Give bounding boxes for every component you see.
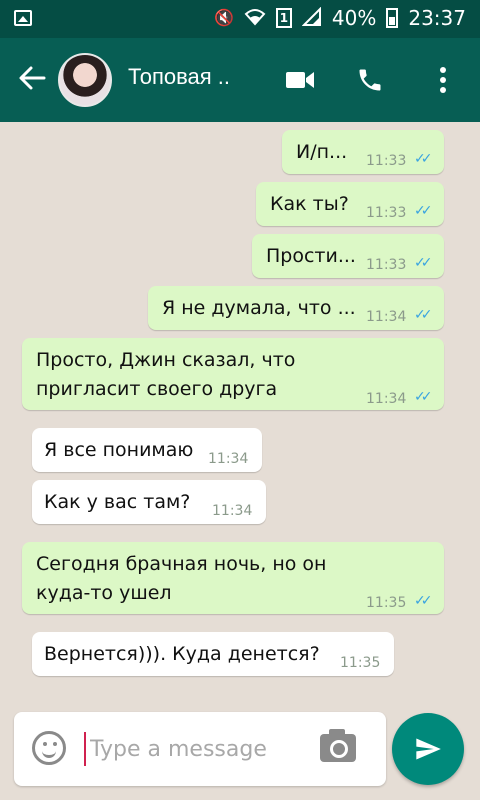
read-receipt-icon: ✓✓ [414,389,433,405]
message-time: 11:34 [366,309,407,325]
message-time: 11:33 [366,257,407,273]
send-button[interactable] [392,713,464,785]
message-outgoing[interactable]: И/п... 11:33 ✓✓ [282,130,444,174]
message-text: И/п... [296,141,348,163]
phone-icon[interactable] [350,60,390,100]
message-time: 11:34 [212,503,253,519]
gallery-notification-icon [14,10,32,26]
battery-icon [386,8,399,28]
chat-header: Топовая .. [0,38,480,122]
message-text-line1: Просто, Джин сказал, что [36,349,296,371]
camera-icon[interactable] [320,729,356,762]
message-time: 11:35 [366,595,407,611]
message-incoming[interactable]: Как у вас там? 11:34 [32,480,266,524]
read-receipt-icon: ✓✓ [414,151,433,167]
read-receipt-icon: ✓✓ [414,203,433,219]
message-text: Я все понимаю [44,439,194,461]
message-text: Вернется))). Куда денется? [44,643,320,665]
mute-icon: 🔇 [213,8,234,27]
read-receipt-icon: ✓✓ [414,307,433,323]
read-receipt-icon: ✓✓ [414,593,433,609]
message-time: 11:34 [208,451,249,467]
sim-icon: 1 [275,8,292,28]
message-incoming[interactable]: Я все понимаю 11:34 [32,428,262,472]
message-outgoing[interactable]: Как ты? 11:33 ✓✓ [256,182,444,226]
message-outgoing[interactable]: Я не думала, что ... 11:34 ✓✓ [148,286,444,330]
message-outgoing[interactable]: Прости... 11:33 ✓✓ [252,234,444,278]
message-outgoing[interactable]: Просто, Джин сказал, что пригласит своег… [22,338,444,410]
message-text-line2: куда-то ушел [36,582,172,604]
back-arrow-icon[interactable] [18,64,46,98]
message-composer [14,712,386,786]
message-outgoing[interactable]: Сегодня брачная ночь, но он куда-то ушел… [22,542,444,614]
video-call-icon[interactable] [280,60,320,100]
message-text: Прости... [266,245,356,267]
message-time: 11:33 [366,205,407,221]
contact-name[interactable]: Топовая .. [128,64,230,90]
message-input[interactable] [84,732,304,766]
wifi-icon [244,8,266,29]
message-time: 11:34 [366,391,407,407]
message-time: 11:33 [366,153,407,169]
more-vert-icon[interactable] [423,60,463,100]
message-text: Как ты? [270,193,349,215]
battery-percent: 40% [331,6,377,30]
send-icon [416,738,441,760]
avatar[interactable] [58,53,112,107]
clock: 23:37 [408,6,466,30]
signal-icon [301,6,322,30]
message-time: 11:35 [340,655,381,671]
status-indicators: 🔇 1 40% 23:37 [214,6,466,30]
message-text: Я не думала, что ... [162,297,356,319]
emoji-icon[interactable] [32,731,66,765]
message-text-line2: пригласит своего друга [36,378,278,400]
message-list[interactable]: И/п... 11:33 ✓✓ Как ты? 11:33 ✓✓ Прости.… [0,122,480,700]
message-text: Как у вас там? [44,491,191,513]
message-incoming[interactable]: Вернется))). Куда денется? 11:35 [32,632,394,676]
read-receipt-icon: ✓✓ [414,255,433,271]
status-bar: 🔇 1 40% 23:37 [0,0,480,38]
message-text-line1: Сегодня брачная ночь, но он [36,553,327,575]
